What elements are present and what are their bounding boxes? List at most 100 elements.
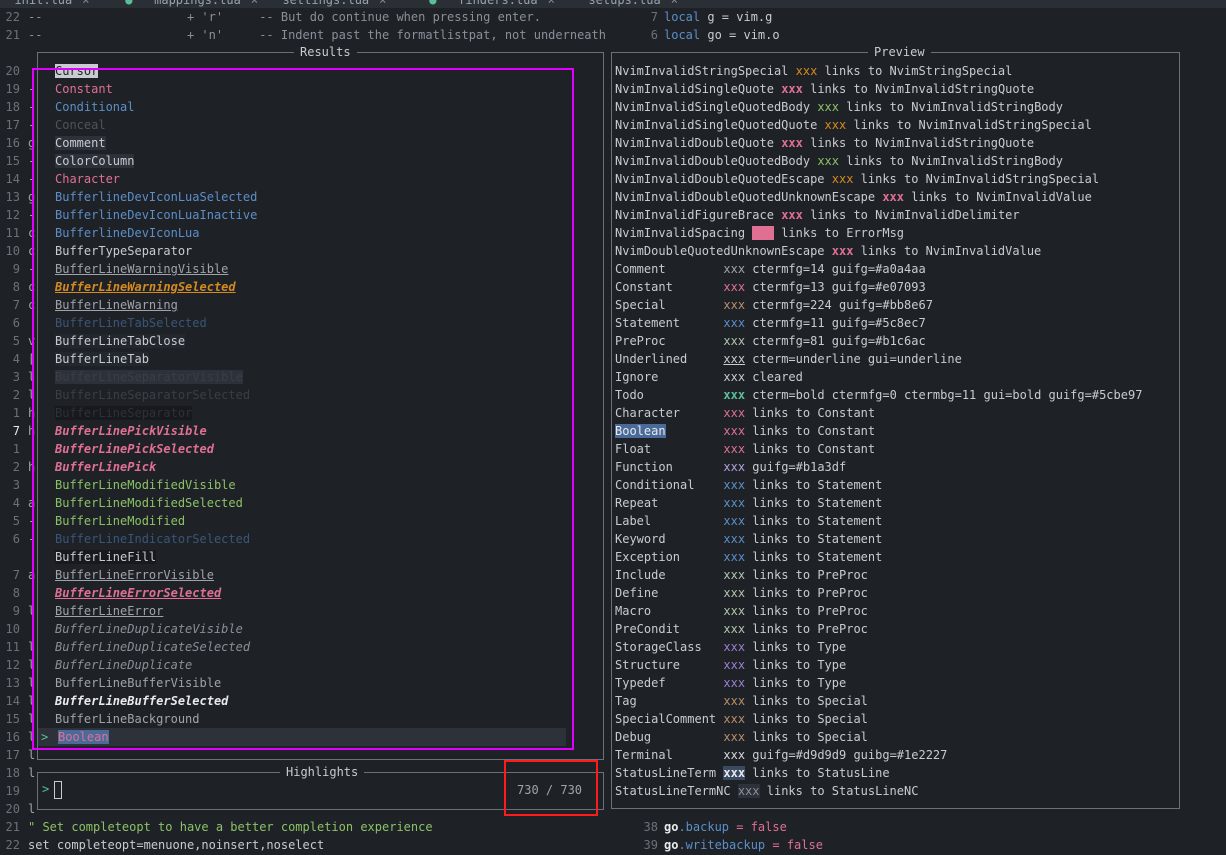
code-line: go.writebackup = false: [664, 836, 823, 854]
highlight-sample: xxx: [723, 514, 746, 528]
close-icon[interactable]: ×: [671, 0, 678, 7]
highlight-sample: xxx: [817, 100, 839, 114]
line-number: 17: [5, 118, 20, 132]
buffer-tab-label: init.lua: [0, 0, 73, 7]
highlight-definition: links to PreProc: [745, 604, 868, 618]
preview-line: SpecialComment xxx links to Special: [615, 710, 868, 728]
line-number: 15: [5, 154, 20, 168]
highlight-group-name: Character: [615, 406, 717, 420]
search-input[interactable]: [54, 781, 62, 799]
preview-line: Comment xxx ctermfg=14 guifg=#a0a4aa: [615, 260, 926, 278]
line-number: 3: [12, 370, 20, 384]
highlight-definition: links to Constant: [745, 424, 876, 438]
preview-line: Macro xxx links to PreProc: [615, 602, 868, 620]
line-number: 12: [5, 208, 20, 222]
modified-dot-icon: ●: [422, 0, 444, 7]
highlight-definition: links to PreProc: [745, 586, 868, 600]
buffer-tab-label: mappings.lua: [139, 0, 241, 7]
line-number: 39: [643, 838, 658, 852]
highlight-definition: ctermfg=81 guifg=#b1c6ac: [745, 334, 926, 348]
line-number: 22: [5, 10, 20, 24]
buffer-tab[interactable]: ● finders.lua ×: [422, 0, 555, 8]
line-number: 17: [5, 748, 20, 762]
line-number: 1: [12, 442, 20, 456]
highlight-sample: xxx: [723, 370, 746, 384]
highlight-sample: xxx: [723, 568, 746, 582]
highlight-sample: xxx: [723, 712, 746, 726]
code-field: .writebackup: [678, 838, 766, 852]
line-number: 8: [12, 586, 20, 600]
highlight-sample: xxx: [882, 190, 905, 204]
preview-line: Define xxx links to PreProc: [615, 584, 868, 602]
buffer-tab[interactable]: init.lua ×: [0, 0, 89, 8]
close-icon[interactable]: ×: [548, 0, 555, 7]
highlight-sample: xxx: [723, 442, 746, 456]
highlight-group-name: Boolean: [615, 424, 666, 438]
highlight-group-name: Define: [615, 586, 717, 600]
highlight-definition: ctermfg=11 guifg=#5c8ec7: [745, 316, 926, 330]
preview-line: Special xxx ctermfg=224 guifg=#bb8e67: [615, 296, 933, 314]
line-number: 16: [5, 730, 20, 744]
code-object: go: [664, 820, 679, 834]
preview-line: Constant xxx ctermfg=13 guifg=#e07093: [615, 278, 926, 296]
line-number: 19: [5, 82, 20, 96]
highlight-sample: xxx: [723, 658, 746, 672]
highlight-definition: links to Statement: [745, 496, 883, 510]
code-line: -- + 'r' -- But do continue when pressin…: [28, 10, 541, 24]
code-text: = false: [729, 820, 787, 834]
line-number: 10: [5, 622, 20, 636]
highlight-sample: xxx: [723, 298, 746, 312]
line-number: 12: [5, 658, 20, 672]
preview-line: Conditional xxx links to Statement: [615, 476, 882, 494]
highlight-sample: xxx: [723, 388, 746, 402]
line-number: 11: [5, 226, 20, 240]
highlight-group-name: Constant: [615, 280, 717, 294]
highlight-group-name: NvimInvalidStringSpecial: [615, 64, 789, 78]
line-number: 6: [12, 316, 20, 330]
close-icon[interactable]: ×: [379, 0, 386, 7]
keyword: local: [664, 10, 701, 24]
preview-panel-title: Preview: [868, 44, 931, 60]
highlight-definition: links to NvimInvalidStringQuote: [802, 82, 1035, 96]
highlight-group-name: Keyword: [615, 532, 717, 546]
highlight-group-name: SpecialComment: [615, 712, 717, 726]
preview-line: PreProc xxx ctermfg=81 guifg=#b1c6ac: [615, 332, 926, 350]
preview-line: Underlined xxx cterm=underline gui=under…: [615, 350, 962, 368]
preview-line: Function xxx guifg=#b1a3df: [615, 458, 846, 476]
highlight-definition: links to NvimStringSpecial: [817, 64, 1013, 78]
buffer-tab[interactable]: settings.lua ×: [268, 0, 386, 8]
preview-line: NvimInvalidDoubleQuotedBody xxx links to…: [615, 152, 1063, 170]
line-number: 13: [5, 676, 20, 690]
preview-line: Exception xxx links to Statement: [615, 548, 882, 566]
close-icon[interactable]: ×: [251, 0, 258, 7]
prompt-symbol: >: [42, 782, 50, 796]
buffer-tab[interactable]: ● mappings.lua ×: [118, 0, 258, 8]
highlight-definition: links to NvimInvalidStringSpecial: [853, 172, 1100, 186]
line-number: 13: [5, 190, 20, 204]
highlight-definition: links to StatusLineNC: [759, 784, 919, 798]
close-icon[interactable]: ×: [82, 0, 89, 7]
highlight-group-name: Macro: [615, 604, 717, 618]
highlight-sample: xxx: [723, 316, 746, 330]
buffer-tab[interactable]: setups.lua ×: [574, 0, 678, 8]
line-number: 18: [5, 766, 20, 780]
highlight-group-name: Ignore: [615, 370, 717, 384]
highlight-definition: links to Special: [745, 730, 868, 744]
highlight-group-name: Statement: [615, 316, 717, 330]
highlight-sample: xxx: [723, 496, 746, 510]
line-number: 2: [12, 460, 20, 474]
highlight-definition: links to PreProc: [745, 622, 868, 636]
line-number: 19: [5, 784, 20, 798]
gutter-char: l: [28, 802, 36, 816]
highlight-sample: xxx: [723, 622, 746, 636]
highlight-group-name: NvimInvalidSpacing: [615, 226, 746, 240]
highlight-group-name: Float: [615, 442, 717, 456]
count-highlight-box: [504, 760, 598, 816]
line-number: 7: [12, 424, 20, 438]
line-number: 21: [5, 820, 20, 834]
line-number: 38: [643, 820, 658, 834]
preview-line: Include xxx links to PreProc: [615, 566, 868, 584]
highlight-sample: xxx: [831, 172, 854, 186]
gutter-char: l: [28, 766, 36, 780]
